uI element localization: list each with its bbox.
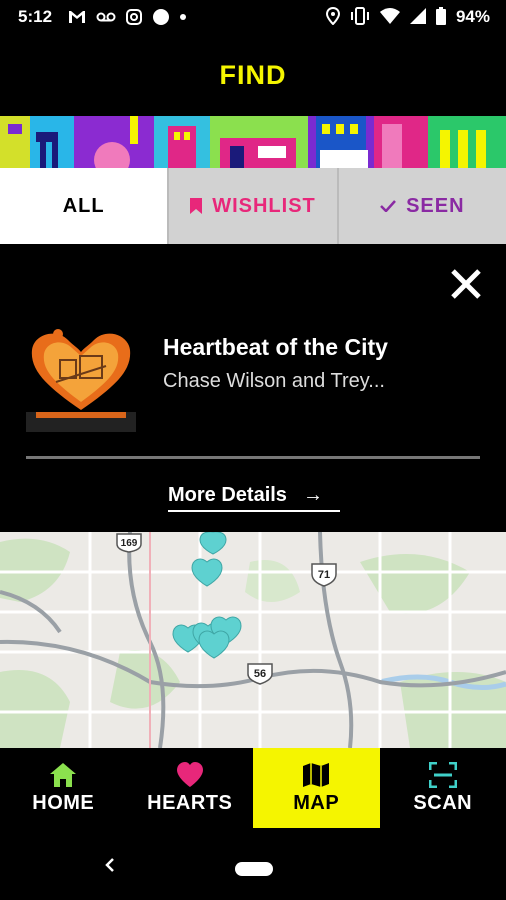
more-details-label: More Details bbox=[168, 483, 287, 506]
instagram-icon bbox=[126, 9, 142, 25]
card-divider bbox=[26, 456, 480, 459]
tab-wishlist-label: WISHLIST bbox=[212, 194, 316, 217]
status-time: 5:12 bbox=[18, 7, 53, 26]
svg-text:71: 71 bbox=[318, 569, 330, 581]
nav-map[interactable]: MAP bbox=[253, 748, 380, 828]
route-shield-169: 169 bbox=[116, 533, 142, 553]
svg-text:169: 169 bbox=[121, 538, 138, 549]
heart-icon bbox=[176, 761, 203, 787]
nav-home[interactable]: HOME bbox=[0, 748, 127, 828]
vibrate-icon bbox=[351, 7, 369, 25]
battery-icon bbox=[436, 7, 446, 25]
circle-notification-icon bbox=[153, 9, 169, 25]
checkmark-icon bbox=[380, 200, 397, 212]
wifi-icon bbox=[380, 8, 400, 24]
nav-hearts[interactable]: HEARTS bbox=[127, 748, 254, 828]
artwork-thumbnail[interactable] bbox=[26, 326, 136, 432]
bottom-nav: HOME HEARTS MAP SCAN bbox=[0, 748, 506, 828]
tab-all-label: ALL bbox=[62, 194, 105, 217]
tab-wishlist[interactable]: WISHLIST bbox=[169, 168, 339, 244]
city-banner-illustration bbox=[0, 116, 506, 168]
chevron-left-icon bbox=[105, 858, 114, 872]
tab-all[interactable]: ALL bbox=[0, 168, 170, 244]
home-icon bbox=[50, 762, 77, 787]
tab-seen[interactable]: SEEN bbox=[338, 168, 506, 244]
location-icon bbox=[326, 7, 340, 25]
status-left-icons bbox=[68, 8, 186, 26]
svg-text:56: 56 bbox=[254, 668, 266, 680]
status-battery-percent: 94% bbox=[455, 7, 490, 26]
system-home-button[interactable] bbox=[235, 862, 273, 876]
map-icon bbox=[303, 762, 330, 787]
header: FIND bbox=[0, 34, 506, 116]
nav-home-label: HOME bbox=[32, 791, 95, 814]
artwork-title: Heartbeat of the City bbox=[163, 334, 388, 360]
nav-scan[interactable]: SCAN bbox=[380, 748, 506, 828]
nav-hearts-label: HEARTS bbox=[147, 791, 233, 814]
dot-icon bbox=[180, 14, 186, 20]
status-bar: 5:12 94% bbox=[0, 0, 506, 34]
page-title: FIND bbox=[219, 59, 287, 90]
nav-map-label: MAP bbox=[293, 791, 340, 814]
close-button[interactable] bbox=[448, 266, 484, 302]
status-right-icons bbox=[326, 7, 446, 25]
voicemail-icon bbox=[96, 12, 116, 22]
signal-icon bbox=[410, 8, 426, 24]
close-icon bbox=[451, 269, 481, 299]
more-details-link[interactable]: More Details → bbox=[168, 480, 340, 512]
city-banner-art bbox=[0, 116, 506, 168]
tab-seen-label: SEEN bbox=[406, 194, 465, 217]
map-view[interactable]: 169 71 56 bbox=[0, 532, 506, 748]
nav-scan-label: SCAN bbox=[413, 791, 473, 814]
map-canvas: 169 71 56 bbox=[0, 532, 506, 748]
gmail-icon bbox=[69, 11, 85, 23]
system-back-button[interactable] bbox=[101, 856, 119, 874]
filter-tabs: ALL WISHLIST SEEN bbox=[0, 168, 506, 244]
scan-icon bbox=[428, 761, 457, 788]
artwork-artist: Chase Wilson and Trey... bbox=[163, 370, 385, 392]
bookmark-icon bbox=[190, 198, 203, 214]
arrow-right-icon: → bbox=[302, 483, 323, 506]
